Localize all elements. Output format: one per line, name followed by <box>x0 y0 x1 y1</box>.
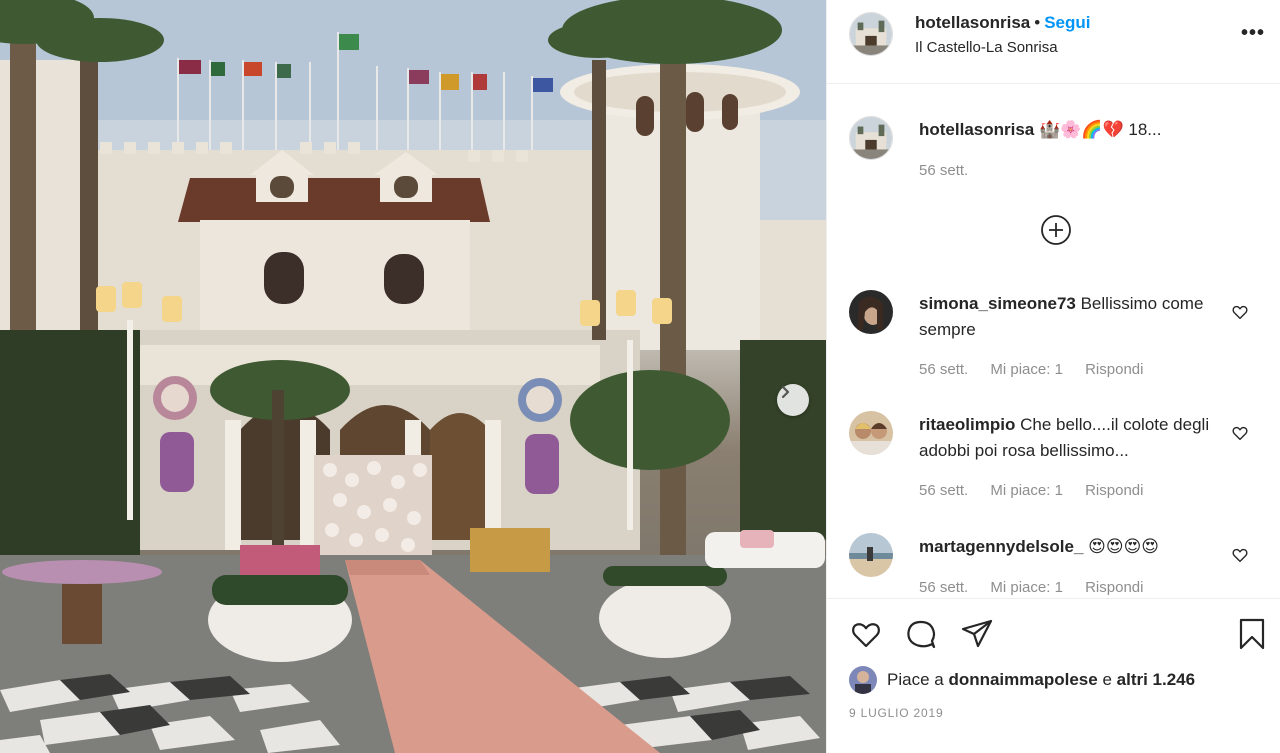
more-options-icon: ••• <box>1241 22 1266 44</box>
chevron-right-icon <box>781 385 790 399</box>
liker-photo-avatar <box>849 666 877 694</box>
comment-likes-count[interactable]: Mi piace: 1 <box>990 579 1063 596</box>
next-photo-button[interactable] <box>777 384 809 416</box>
comment-timestamp[interactable]: 56 sett. <box>919 579 968 596</box>
comment-body: 😍😍😍😍 <box>1088 537 1160 556</box>
heart-icon[interactable] <box>1231 424 1249 442</box>
castle-thumbnail <box>850 13 892 55</box>
comment-icon[interactable] <box>904 617 938 651</box>
caption-avatar[interactable] <box>849 116 893 160</box>
beach-avatar <box>849 533 893 577</box>
comment-likes-count[interactable]: Mi piace: 1 <box>990 361 1063 378</box>
reply-button[interactable]: Rispondi <box>1085 579 1143 596</box>
caption-username[interactable]: hotellasonrisa <box>919 120 1034 139</box>
account-avatar[interactable] <box>849 12 893 56</box>
comment-meta: 56 sett. Mi piace: 1 Rispondi <box>919 482 1161 499</box>
comment-likes-count[interactable]: Mi piace: 1 <box>990 482 1063 499</box>
likes-conjunction: e <box>1102 670 1112 689</box>
commenter-avatar[interactable] <box>849 533 893 577</box>
more-options-button[interactable]: ••• <box>1241 22 1265 45</box>
likes-prefix: Piace a <box>887 670 944 689</box>
comment-text: simona_simeone73 Bellissimo come sempre <box>919 291 1219 343</box>
liker-username[interactable]: donnaimmapolese <box>948 670 1097 690</box>
comment-text: ritaeolimpio Che bello....il colote degl… <box>919 412 1219 464</box>
post-header: hotellasonrisa • Segui Il Castello-La So… <box>827 0 1280 84</box>
commenter-avatar[interactable] <box>849 411 893 455</box>
reply-button[interactable]: Rispondi <box>1085 482 1143 499</box>
commenter-username[interactable]: martagennydelsole_ <box>919 537 1083 556</box>
heart-icon[interactable] <box>1231 303 1249 321</box>
caption-timestamp[interactable]: 56 sett. <box>919 162 968 179</box>
liker-avatar[interactable] <box>849 666 877 694</box>
caption-text: 🏰🌸🌈💔 18... <box>1039 120 1162 139</box>
post-photo[interactable] <box>0 0 826 753</box>
plus-circle-icon <box>1041 215 1071 245</box>
commenter-username[interactable]: simona_simeone73 <box>919 294 1076 313</box>
castle-photo-illustration <box>0 0 826 753</box>
woman-portrait-avatar <box>849 290 893 334</box>
castle-thumbnail <box>850 117 892 159</box>
header-username[interactable]: hotellasonrisa <box>915 13 1030 33</box>
commenter-username[interactable]: ritaeolimpio <box>919 415 1015 434</box>
comment-meta: 56 sett. Mi piace: 1 Rispondi <box>919 579 1161 596</box>
header-title-row: hotellasonrisa • Segui <box>915 13 1091 33</box>
bookmark-icon[interactable] <box>1235 617 1269 651</box>
location-link[interactable]: Il Castello-La Sonrisa <box>915 39 1058 56</box>
comment-timestamp[interactable]: 56 sett. <box>919 361 968 378</box>
comment-timestamp[interactable]: 56 sett. <box>919 482 968 499</box>
likes-summary: Piace a donnaimmapolese e altri 1.246 <box>849 666 1195 694</box>
follow-button[interactable]: Segui <box>1044 13 1090 33</box>
group-photo-avatar <box>849 411 893 455</box>
comment-meta: 56 sett. Mi piace: 1 Rispondi <box>919 361 1161 378</box>
post-details-panel: hotellasonrisa • Segui Il Castello-La So… <box>826 0 1280 753</box>
load-more-comments-button[interactable] <box>1040 214 1072 246</box>
caption: hotellasonrisa 🏰🌸🌈💔 18... <box>919 120 1161 140</box>
separator-dot: • <box>1034 13 1041 32</box>
comment-text: martagennydelsole_ 😍😍😍😍 <box>919 534 1229 560</box>
reply-button[interactable]: Rispondi <box>1085 361 1143 378</box>
likes-others-link[interactable]: altri 1.246 <box>1117 670 1195 690</box>
heart-icon[interactable] <box>1231 546 1249 564</box>
heart-icon[interactable] <box>849 617 883 651</box>
post-date[interactable]: 9 LUGLIO 2019 <box>849 706 943 720</box>
share-icon[interactable] <box>960 617 994 651</box>
commenter-avatar[interactable] <box>849 290 893 334</box>
